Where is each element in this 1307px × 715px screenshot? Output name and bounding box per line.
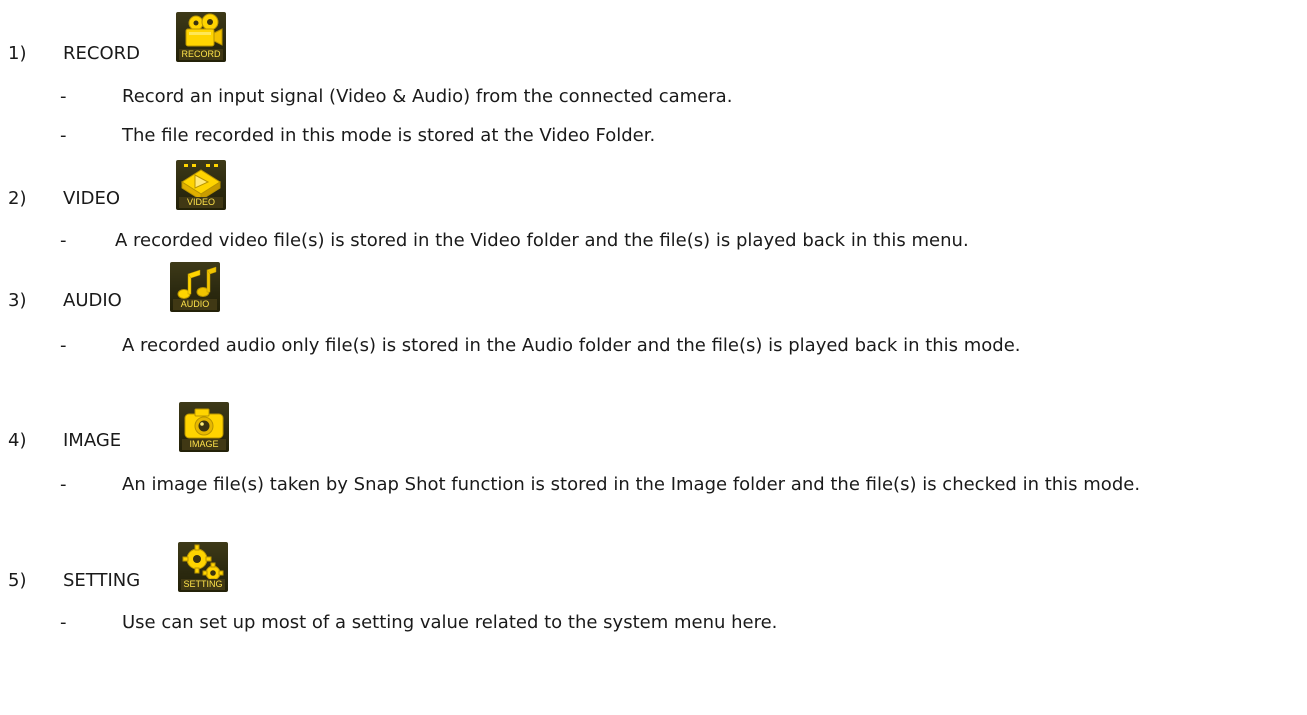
audio-icon-label: AUDIO xyxy=(173,299,217,310)
bullet-dash: - xyxy=(60,474,67,495)
record-icon-label: RECORD xyxy=(179,49,223,60)
video-icon: VIDEO xyxy=(176,160,226,210)
bullet-text: Use can set up most of a setting value r… xyxy=(122,612,778,633)
bullet-dash: - xyxy=(60,230,67,251)
bullet-text: Record an input signal (Video & Audio) f… xyxy=(122,86,733,107)
section-heading-audio: 3) AUDIO xyxy=(8,290,122,312)
section-heading-image: 4) IMAGE xyxy=(8,430,121,452)
section-title: AUDIO xyxy=(63,290,122,311)
setting-icon-label: SETTING xyxy=(181,579,225,590)
section-heading-record: 1) RECORD xyxy=(8,43,140,65)
section-number: 4) xyxy=(8,430,27,451)
section-title: SETTING xyxy=(63,570,141,591)
image-icon: IMAGE xyxy=(179,402,229,452)
bullet-dash: - xyxy=(60,125,67,146)
bullet-dash: - xyxy=(60,86,67,107)
video-icon-label: VIDEO xyxy=(179,197,223,208)
audio-icon: AUDIO xyxy=(170,262,220,312)
section-number: 2) xyxy=(8,188,27,209)
setting-icon: SETTING xyxy=(178,542,228,592)
bullet-text: A recorded video file(s) is stored in th… xyxy=(115,230,969,251)
document-page: 1) RECORD RECORD - Record an input signal… xyxy=(0,0,1307,715)
section-title: RECORD xyxy=(63,43,140,64)
bullet-dash: - xyxy=(60,335,67,356)
section-number: 3) xyxy=(8,290,27,311)
bullet-dash: - xyxy=(60,612,67,633)
section-heading-video: 2) VIDEO xyxy=(8,188,120,210)
bullet-text: The file recorded in this mode is stored… xyxy=(122,125,656,146)
section-title: IMAGE xyxy=(63,430,122,451)
bullet-text: A recorded audio only file(s) is stored … xyxy=(122,335,1021,356)
section-number: 5) xyxy=(8,570,27,591)
section-heading-setting: 5) SETTING xyxy=(8,570,140,592)
record-icon: RECORD xyxy=(176,12,226,62)
image-icon-label: IMAGE xyxy=(182,439,226,450)
bullet-text: An image file(s) taken by Snap Shot func… xyxy=(122,474,1141,495)
section-title: VIDEO xyxy=(63,188,121,209)
section-number: 1) xyxy=(8,43,27,64)
